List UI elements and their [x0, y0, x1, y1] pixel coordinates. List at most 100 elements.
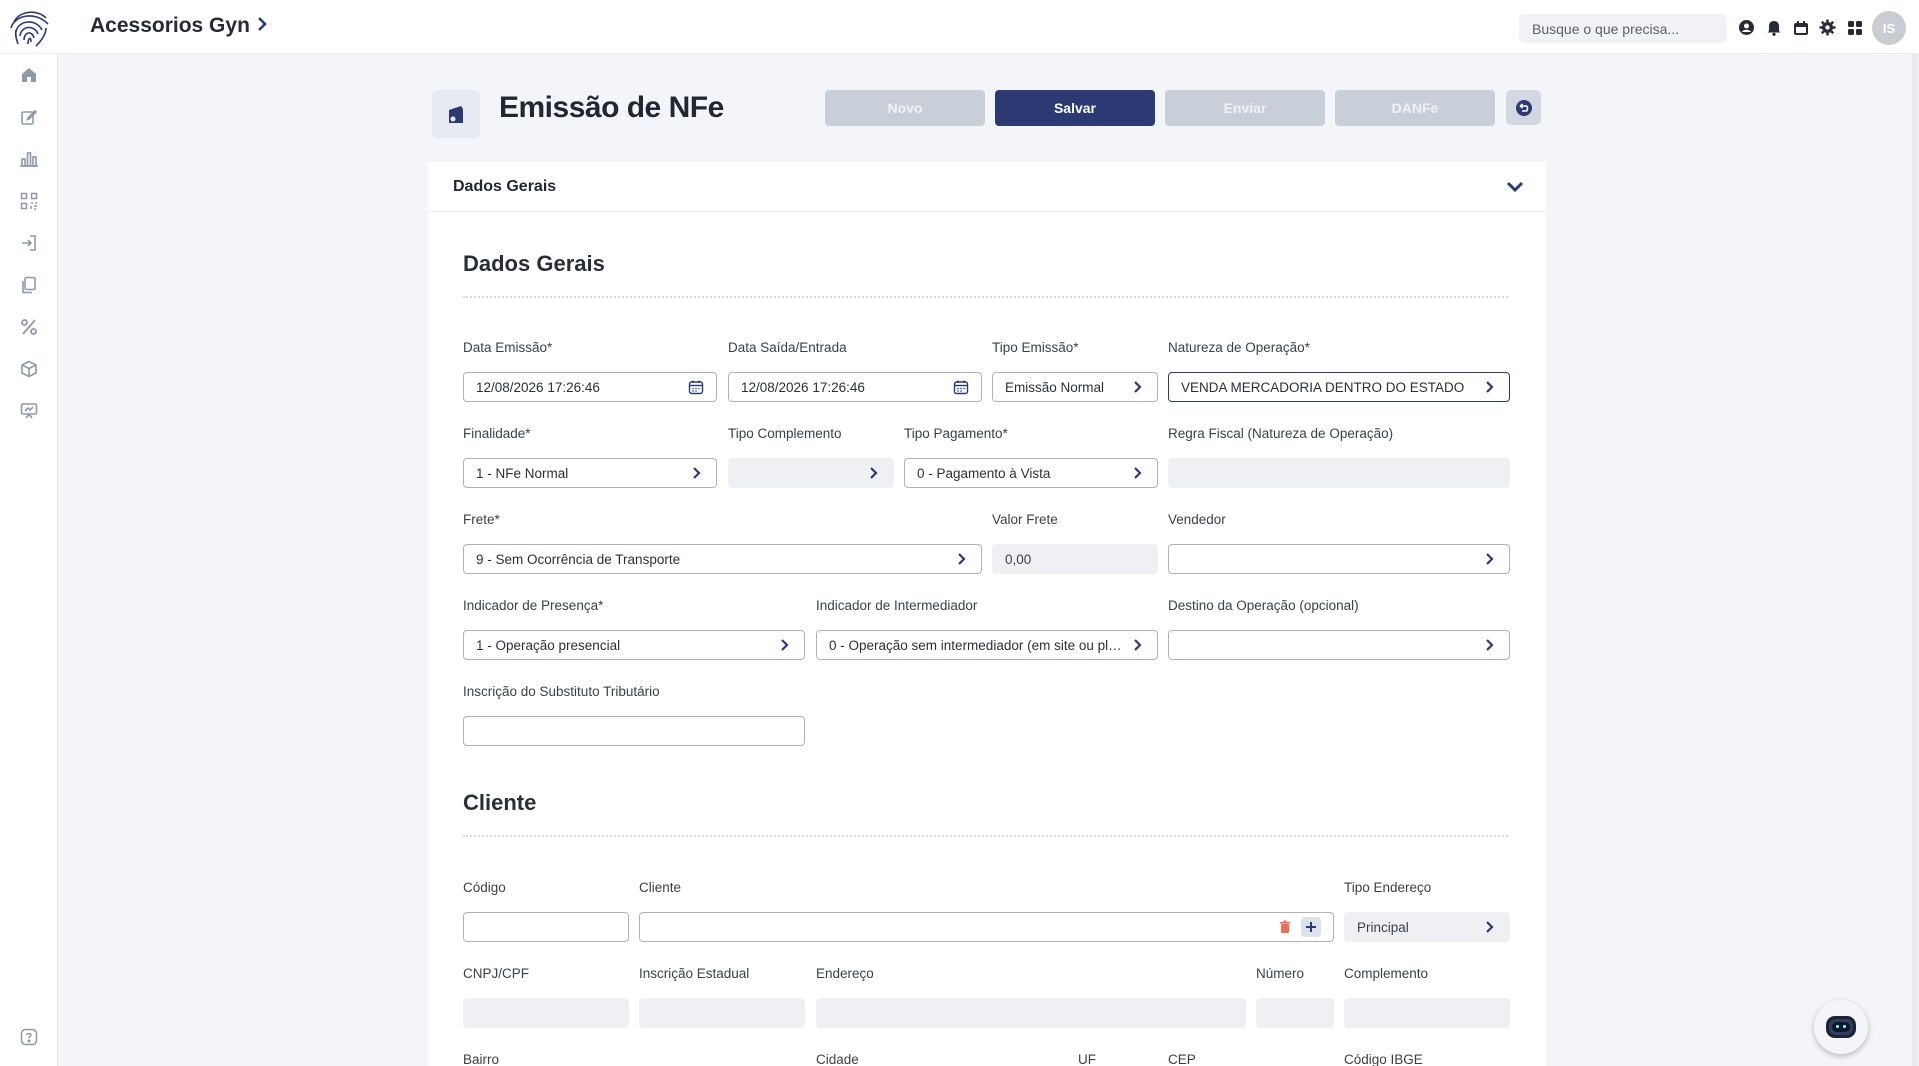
company-name: Acessorios Gyn [90, 14, 250, 37]
chevron-right-icon [690, 466, 704, 480]
inscricao-st-label: Inscrição do Substituto Tributário [463, 684, 660, 699]
scrollbar[interactable] [1912, 54, 1918, 1066]
section-divider [463, 835, 1508, 837]
indicador-intermediador-label: Indicador de Intermediador [816, 598, 978, 613]
home-icon[interactable] [18, 64, 40, 86]
tipo-pagamento-select[interactable]: 0 - Pagamento à Vista [904, 458, 1158, 488]
tipo-endereco-select[interactable]: Principal [1344, 912, 1510, 942]
chevron-right-icon [778, 638, 792, 652]
tipo-emissao-select[interactable]: Emissão Normal [992, 372, 1158, 402]
natureza-value: VENDA MERCADORIA DENTRO DO ESTADO [1181, 379, 1465, 395]
indicador-intermediador-value: 0 - Operação sem intermediador (em site … [829, 637, 1125, 653]
cep-label: CEP [1168, 1052, 1196, 1066]
qrcode-icon[interactable] [18, 190, 40, 212]
tipo-complemento-select[interactable] [728, 458, 894, 488]
presentation-icon[interactable] [18, 400, 40, 422]
bell-icon[interactable] [1764, 18, 1783, 37]
finalidade-label: Finalidade* [463, 426, 531, 441]
chevron-right-icon [1131, 466, 1145, 480]
frete-value: 9 - Sem Ocorrência de Transporte [476, 551, 681, 567]
tipo-emissao-value: Emissão Normal [1005, 379, 1105, 395]
chatbot-button[interactable] [1814, 1000, 1868, 1054]
indicador-presenca-value: 1 - Operação presencial [476, 637, 621, 653]
sidebar [0, 54, 58, 1066]
fingerprint-logo-icon[interactable] [6, 4, 54, 50]
edit-icon[interactable] [18, 106, 40, 128]
chevron-right-icon [867, 466, 881, 480]
destino-operacao-select[interactable] [1168, 630, 1510, 660]
numero-label: Número [1256, 966, 1305, 981]
tipo-pagamento-label: Tipo Pagamento* [904, 426, 1008, 441]
box-icon[interactable] [18, 358, 40, 380]
section-divider [463, 296, 1508, 298]
valor-frete-field: 0,00 [992, 544, 1158, 574]
codigo-input[interactable] [463, 912, 629, 942]
enviar-button[interactable]: Enviar [1165, 90, 1325, 126]
cliente-input[interactable] [639, 912, 1334, 942]
chevron-right-icon [256, 15, 268, 38]
page-title: Emissão de NFe [499, 91, 724, 124]
regra-fiscal-field [1168, 458, 1510, 488]
undo-button[interactable] [1506, 90, 1541, 125]
section-title-dados-gerais: Dados Gerais [463, 251, 605, 276]
gear-icon[interactable] [1818, 18, 1837, 37]
search-input[interactable]: Busque o que precisa... [1519, 14, 1727, 43]
valor-frete-value: 0,00 [1005, 551, 1032, 567]
indicador-presenca-label: Indicador de Presença* [463, 598, 604, 613]
chevron-down-icon[interactable] [1504, 176, 1526, 198]
percent-icon[interactable] [18, 316, 40, 338]
indicador-intermediador-select[interactable]: 0 - Operação sem intermediador (em site … [816, 630, 1158, 660]
documents-icon[interactable] [18, 274, 40, 296]
finalidade-select[interactable]: 1 - NFe Normal [463, 458, 717, 488]
data-emissao-label: Data Emissão* [463, 340, 553, 355]
apps-grid-icon[interactable] [1845, 18, 1864, 37]
chevron-right-icon [1483, 920, 1497, 934]
indicador-presenca-select[interactable]: 1 - Operação presencial [463, 630, 805, 660]
robot-icon [1826, 1016, 1856, 1038]
reports-icon[interactable] [18, 148, 40, 170]
vendedor-select[interactable] [1168, 544, 1510, 574]
form-card: Dados Gerais Dados Gerais Data Emissão* … [428, 162, 1546, 1066]
cidade-label: Cidade [816, 1052, 859, 1066]
company-selector[interactable]: Acessorios Gyn [90, 14, 268, 38]
calendar-icon [953, 380, 969, 395]
card-header[interactable]: Dados Gerais [428, 162, 1546, 212]
novo-button[interactable]: Novo [825, 90, 985, 126]
login-icon[interactable] [18, 232, 40, 254]
bairro-label: Bairro [463, 1052, 500, 1066]
card-header-title: Dados Gerais [453, 178, 557, 195]
data-emissao-field[interactable]: 12/08/2026 17:26:46 [463, 372, 717, 402]
top-bar: Acessorios Gyn Busque o que precisa... I… [0, 0, 1919, 54]
support-icon[interactable] [1737, 18, 1756, 37]
inscricao-st-input[interactable] [463, 716, 805, 746]
help-icon[interactable] [18, 1026, 40, 1048]
chevron-right-icon [955, 552, 969, 566]
trash-icon[interactable] [1275, 917, 1295, 937]
tipo-emissao-label: Tipo Emissão* [992, 340, 1079, 355]
regra-fiscal-label: Regra Fiscal (Natureza de Operação) [1168, 426, 1394, 441]
uf-label: UF [1078, 1052, 1096, 1066]
natureza-select[interactable]: VENDA MERCADORIA DENTRO DO ESTADO [1168, 372, 1510, 402]
data-saida-field[interactable]: 12/08/2026 17:26:46 [728, 372, 982, 402]
salvar-button[interactable]: Salvar [995, 90, 1155, 126]
plus-icon[interactable] [1301, 917, 1321, 937]
endereco-field [816, 998, 1246, 1028]
tipo-endereco-label: Tipo Endereço [1344, 880, 1432, 895]
cliente-label: Cliente [639, 880, 682, 895]
tipo-pagamento-value: 0 - Pagamento à Vista [917, 465, 1051, 481]
chevron-right-icon [1483, 552, 1497, 566]
calendar-icon[interactable] [1791, 18, 1810, 37]
complemento-label: Complemento [1344, 966, 1429, 981]
danfe-button[interactable]: DANFe [1335, 90, 1495, 126]
natureza-label: Natureza de Operação* [1168, 340, 1310, 355]
cnpj-cpf-label: CNPJ/CPF [463, 966, 530, 981]
invoice-module-icon [432, 90, 480, 138]
section-title-cliente: Cliente [463, 790, 537, 815]
cnpj-cpf-field [463, 998, 629, 1028]
chevron-right-icon [1483, 380, 1497, 394]
avatar[interactable]: IS [1872, 11, 1906, 45]
vendedor-label: Vendedor [1168, 512, 1226, 527]
inscricao-estadual-label: Inscrição Estadual [639, 966, 750, 981]
codigo-ibge-label: Código IBGE [1344, 1052, 1423, 1066]
frete-select[interactable]: 9 - Sem Ocorrência de Transporte [463, 544, 982, 574]
